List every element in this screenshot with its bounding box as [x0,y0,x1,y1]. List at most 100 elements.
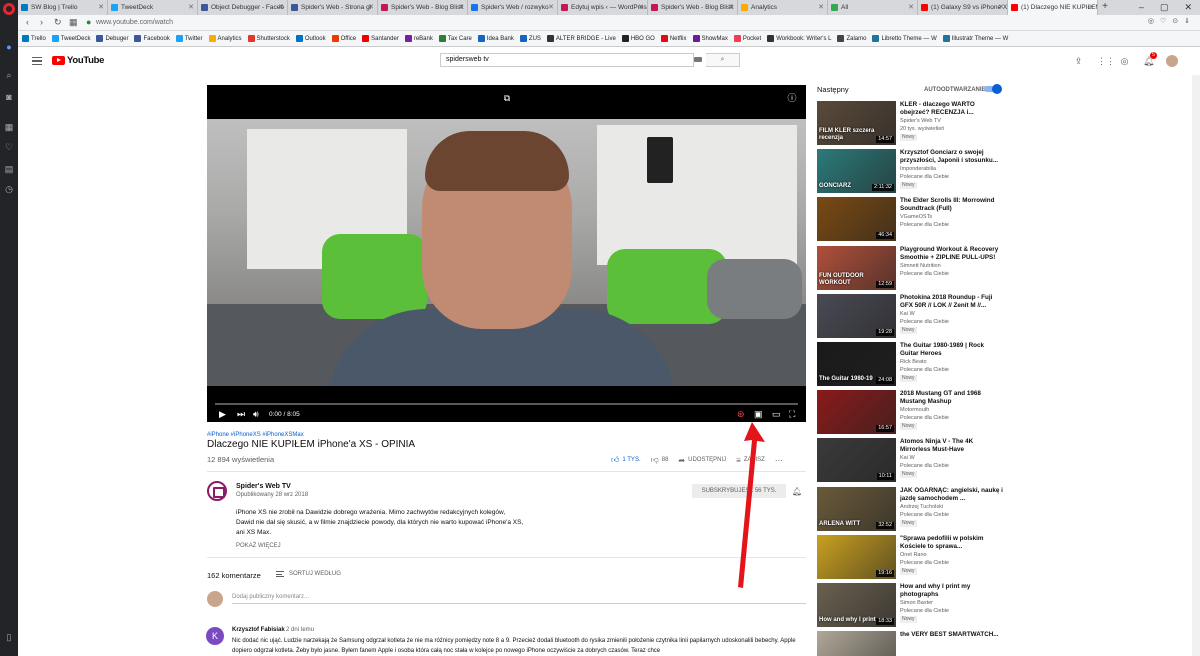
bookmark-item[interactable]: ALTER BRIDGE - Live [546,35,616,42]
bookmark-item[interactable]: TweetDeck [51,35,90,42]
reload-icon[interactable]: ↻ [54,17,62,28]
minimize-icon[interactable]: – [1139,0,1144,15]
keyboard-icon[interactable] [694,57,702,62]
bookmark-item[interactable]: Twitter [175,35,203,42]
recommendation-channel[interactable]: Kai W [900,311,915,317]
scrollbar[interactable] [1192,75,1200,656]
history-icon[interactable]: ◷ [4,184,14,194]
miniplayer-icon[interactable]: ⧉ [502,93,512,103]
play-icon[interactable]: ▶ [219,409,226,420]
recommendation-item[interactable]: 10:11 Atomos Ninja V - The 4K Mirrorless … [817,438,1003,483]
fullscreen-icon[interactable]: ⛶ [789,409,795,420]
bookmark-item[interactable]: reBank [404,35,433,42]
video-thumbnail[interactable]: 16:57 [817,390,896,435]
download-icon[interactable]: ⇓ [1184,17,1190,25]
close-tab-icon[interactable]: ✕ [188,0,194,15]
recommendation-channel[interactable]: Motormouth [900,407,929,413]
messages-icon[interactable]: ◎ [1120,56,1129,66]
avatar[interactable] [1166,55,1178,67]
close-tab-icon[interactable]: ✕ [818,0,824,15]
sort-button[interactable]: SORTUJ WEDŁUG [276,571,341,577]
browser-tab[interactable]: Object Debugger - Faceb ✕ [198,0,288,15]
close-tab-icon[interactable]: ✕ [728,0,734,15]
recommendation-title[interactable]: the VERY BEST SMARTWATCH... [900,631,1003,639]
menu-icon[interactable] [32,57,42,65]
bookmark-item[interactable]: Pocket [733,35,761,42]
new-tab-icon[interactable]: + [1098,0,1112,15]
recommendation-channel[interactable]: Kai W [900,455,915,461]
recommendation-item[interactable]: GONCIARZ 2:11:32 Krzysztof Gonciarz o swoj… [817,149,1003,194]
search-icon[interactable]: ⌕ [4,70,14,80]
recommendation-item[interactable]: FUN OUTDOOR WORKOUT 12:59 Playground Worko… [817,245,1003,290]
recommendation-item[interactable]: 19:28 Photokina 2018 Roundup - Fuji GFX 5… [817,293,1003,338]
heart-icon[interactable]: ♡ [4,142,14,152]
recommendation-channel[interactable]: Spider's Web TV [900,118,941,124]
recommendation-channel[interactable]: Simnett Nutrition [900,263,941,269]
news-icon[interactable]: ▤ [4,164,14,174]
bookmark-item[interactable]: ZUS [519,35,541,42]
bookmark-item[interactable]: ShowMax [692,35,728,42]
recommendation-channel[interactable]: Rick Beato [900,359,927,365]
sidebar-toggle-icon[interactable]: ▯ [4,632,14,642]
comment-author[interactable]: Krzysztof Fabisiak [232,627,285,633]
close-tab-icon[interactable]: ✕ [458,0,464,15]
browser-tab[interactable]: (1) Galaxy S9 vs iPhone X ✕ [918,0,1008,15]
url-field[interactable]: www.youtube.com/watch [96,17,1096,29]
hashtags[interactable]: #iPhone #iPhoneXS #iPhoneXSMax [207,432,304,438]
close-tab-icon[interactable]: ✕ [368,0,374,15]
search-input[interactable]: spidersweb tv [440,53,694,67]
autoplay-cast-icon[interactable]: ⊛ [737,409,745,420]
bookmark-heart-icon[interactable]: ♡ [1160,17,1166,25]
video-thumbnail[interactable]: The Guitar 1980-19 24:08 [817,342,896,386]
close-tab-icon[interactable]: ✕ [1088,0,1094,15]
speed-dial-icon[interactable]: ▦ [4,122,14,132]
like-button[interactable]: 👍︎ 1 TYS. [611,455,641,465]
browser-tab[interactable]: Spider's Web - Blog Blisk ✕ [648,0,738,15]
video-thumbnail[interactable]: GONCIARZ 2:11:32 [817,149,896,194]
video-thumbnail[interactable]: How and why I print 18:33 [817,583,896,627]
recommendation-item[interactable]: The Guitar 1980-19 24:08 The Guitar 1980-1… [817,342,1003,386]
notifications-icon[interactable]: 🔔︎ 5 [1143,51,1157,66]
recommendation-item[interactable]: 16:57 2018 Mustang GT and 1968 Mustang Ma… [817,390,1003,435]
bookmark-item[interactable]: Libretto Theme — W [872,35,937,42]
forward-icon[interactable]: › [40,17,43,27]
close-tab-icon[interactable]: ✕ [638,0,644,15]
comment-time[interactable]: 2 dni temu [286,627,314,633]
recommendation-title[interactable]: The Guitar 1980-1989 | Rock Guitar Heroe… [900,342,1003,358]
next-icon[interactable]: ⏭︎ [237,409,245,420]
recommendation-title[interactable]: Krzysztof Gonciarz o swojej przyszłości,… [900,149,1003,165]
bookmark-item[interactable]: Analytics [208,35,242,42]
video-thumbnail[interactable] [817,631,896,656]
close-tab-icon[interactable]: ✕ [98,0,104,15]
speed-dial-icon[interactable]: ▦ [69,17,78,28]
browser-tab[interactable]: Analytics ✕ [738,0,828,15]
browser-tab[interactable]: (1) Dlaczego NIE KUPIŁEM ✕ [1008,0,1098,15]
recommendation-channel[interactable]: VGameOSTs [900,214,932,220]
share-button[interactable]: ➦ UDOSTĘPNIJ [678,456,726,465]
recommendation-item[interactable]: How and why I print 18:33 How and why I pr… [817,583,1003,627]
close-tab-icon[interactable]: ✕ [908,0,914,15]
bookmark-item[interactable]: Illustratr Theme — W [942,35,1008,42]
dislike-button[interactable]: 👎︎ 88 [651,455,669,465]
browser-tab[interactable]: SW Blog | Trello ✕ [18,0,108,15]
bookmark-item[interactable]: Workbook: Writer's L [767,35,831,42]
bookmark-item[interactable]: Facebook [134,35,170,42]
autoplay-toggle[interactable] [984,84,1002,94]
video-thumbnail[interactable]: FUN OUTDOOR WORKOUT 12:59 [817,245,896,290]
recommendation-item[interactable]: 19:16 "Sprawa pedofilii w polskim Kościel… [817,534,1003,579]
bookmark-item[interactable]: Santander [362,35,399,42]
close-window-icon[interactable]: ✕ [1184,0,1192,15]
youtube-logo[interactable]: YouTube [52,55,104,66]
browser-tab[interactable]: Spider's Web - Strona gł ✕ [288,0,378,15]
channel-avatar[interactable] [207,481,227,501]
browser-tab[interactable]: Spider's Web / rozwyko ✕ [468,0,558,15]
volume-icon[interactable]: 🔊︎ [253,409,259,420]
recommendation-item[interactable]: ARLENA WITT 32:52 JAK OGARNĄĆ: angielski, … [817,486,1003,531]
recommendation-title[interactable]: Atomos Ninja V - The 4K Mirrorless Must-… [900,438,1003,454]
info-icon[interactable]: ⓘ [787,93,797,103]
search-button[interactable]: ⌕ [706,53,740,67]
recommendation-title[interactable]: "Sprawa pedofilii w polskim Kościele to … [900,535,1003,551]
comment-input[interactable]: Dodaj publiczny komentarz... [232,594,806,604]
messenger-icon[interactable]: ● [4,42,14,52]
browser-tab[interactable]: Spider's Web - Blog Blisk ✕ [378,0,468,15]
